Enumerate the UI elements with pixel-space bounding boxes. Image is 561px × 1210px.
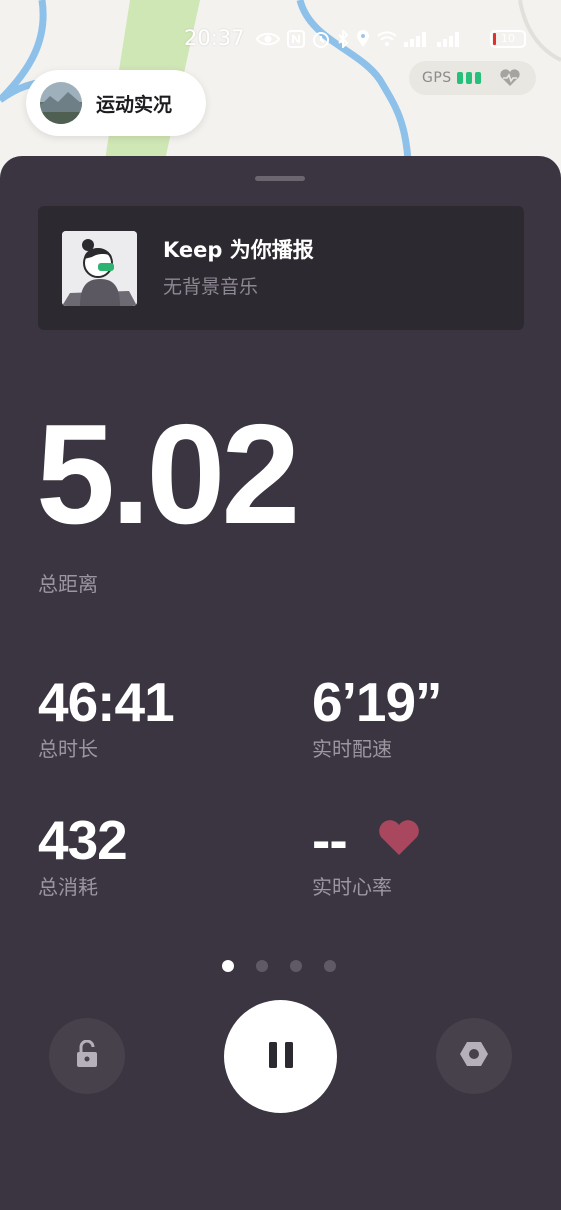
calories-value: 432 [38, 809, 128, 871]
gps-status: GPS [409, 61, 536, 95]
workout-panel: Keep 为你播报 无背景音乐 5.02 总距离 46:41 总时长 6’19”… [0, 156, 561, 1210]
gps-signal-bars [456, 72, 481, 84]
settings-icon [459, 1040, 489, 1072]
status-bar: 20:37 10 [0, 22, 561, 56]
gps-bar [465, 72, 472, 84]
battery-level [493, 33, 496, 45]
unlock-icon [74, 1039, 100, 1072]
gps-bar [474, 72, 481, 84]
page-dot[interactable] [290, 960, 302, 972]
battery-text: 10 [501, 32, 515, 45]
battery-icon: 10 [490, 30, 526, 48]
gps-bar [456, 72, 463, 84]
heart-rate-value: -- [312, 809, 348, 871]
avatar [40, 82, 82, 124]
page-indicator [222, 960, 336, 972]
duration-label: 总时长 [38, 737, 98, 761]
live-status-label: 运动实况 [96, 93, 173, 116]
signal-icon [437, 31, 463, 47]
drag-handle[interactable] [255, 176, 305, 181]
heart-rate-device-icon [499, 69, 521, 87]
distance-label: 总距离 [38, 572, 98, 596]
pace-label: 实时配速 [312, 737, 392, 761]
duration-value: 46:41 [38, 671, 175, 733]
voice-broadcast-card[interactable]: Keep 为你播报 无背景音乐 [38, 206, 524, 330]
page-dot[interactable] [256, 960, 268, 972]
distance-value: 5.02 [36, 395, 300, 554]
heart-icon [378, 820, 420, 860]
eye-icon [256, 31, 280, 47]
pause-icon [266, 1040, 296, 1074]
heart-rate-label: 实时心率 [312, 875, 392, 899]
bluetooth-icon [337, 30, 349, 48]
status-icons [256, 28, 463, 50]
pause-button[interactable] [224, 1000, 337, 1113]
pace-value: 6’19” [312, 671, 443, 733]
broadcast-title: Keep 为你播报 [163, 238, 314, 262]
location-icon [356, 30, 370, 48]
nfc-icon [287, 30, 305, 48]
gps-label: GPS [422, 70, 452, 86]
page-dot[interactable] [324, 960, 336, 972]
signal-icon [404, 31, 430, 47]
page-dot-active[interactable] [222, 960, 234, 972]
lock-button[interactable] [49, 1018, 125, 1094]
broadcast-subtitle: 无背景音乐 [163, 276, 259, 298]
settings-button[interactable] [436, 1018, 512, 1094]
wifi-icon [377, 31, 397, 47]
alarm-icon [312, 30, 330, 48]
broadcast-cover-image [62, 231, 137, 306]
live-status-button[interactable]: 运动实况 [26, 70, 206, 136]
calories-label: 总消耗 [38, 875, 98, 899]
status-time: 20:37 [184, 26, 245, 50]
